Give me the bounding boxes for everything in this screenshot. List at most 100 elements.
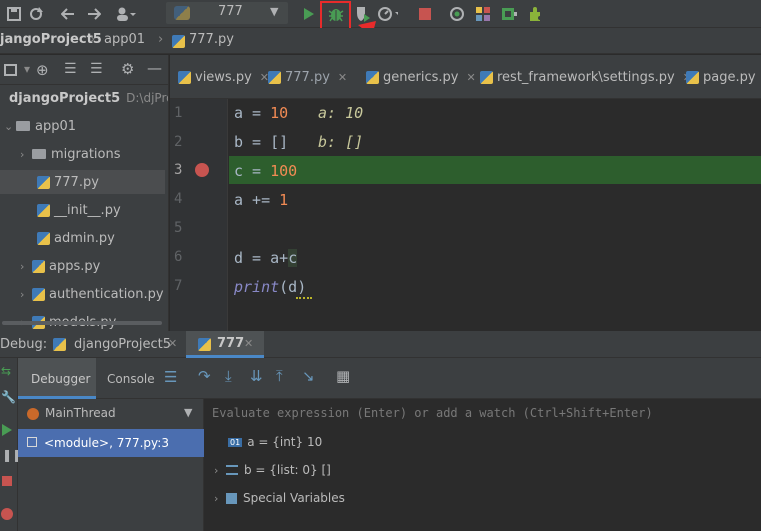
tree-item-authentication[interactable]: › authentication.py — [20, 282, 168, 306]
thread-selector[interactable]: MainThread ▼ — [18, 403, 204, 425]
stack-frame-label: <module>, 777.py:3 — [44, 436, 169, 450]
variable-row[interactable]: › Special Variables — [204, 486, 761, 510]
sync-icon[interactable] — [26, 4, 46, 24]
tab-views[interactable]: views.py ✕ — [178, 65, 269, 89]
code-line-1: a = 10 — [234, 104, 289, 122]
chevron-right-icon[interactable]: › — [214, 464, 226, 477]
dropdown-icon[interactable]: ▾ — [24, 62, 30, 76]
python-file-icon — [37, 175, 50, 189]
collapse-all-icon[interactable]: ☰ — [90, 61, 103, 77]
breadcrumb-project[interactable]: jangoProject5 — [0, 32, 102, 47]
tree-item-label: admin.py — [54, 230, 115, 246]
tab-label: generics.py — [383, 69, 459, 85]
tab-page[interactable]: page.py — [686, 65, 756, 89]
save-icon[interactable] — [4, 4, 24, 24]
breakpoint-icon[interactable] — [195, 163, 209, 177]
line-number: 2 — [174, 134, 183, 150]
tree-item-label: __init__.py — [54, 202, 121, 218]
close-icon[interactable]: ✕ — [244, 337, 253, 350]
code-editor[interactable]: 1 2 3 4 5 6 7 a = 10 a: 10 b = [] b: [] … — [170, 99, 761, 331]
chevron-right-icon: › — [20, 147, 25, 161]
step-out-icon[interactable]: ⤒ — [276, 367, 283, 385]
run-to-cursor-icon[interactable]: ↘ — [302, 367, 315, 385]
tree-item-path: D:\djPro — [126, 91, 169, 105]
frame-icon — [27, 437, 37, 447]
breadcrumb-folder[interactable]: app01 — [104, 32, 145, 47]
tree-item-apps[interactable]: › apps.py — [20, 254, 168, 278]
gear-icon[interactable]: ⚙ — [121, 60, 134, 78]
variable-row[interactable]: 01 a = {int} 10 — [204, 430, 761, 454]
chevron-right-icon: › — [20, 287, 25, 301]
tab-debugger-label: Debugger — [31, 372, 91, 386]
plugins-icon[interactable] — [525, 4, 545, 24]
close-icon[interactable]: ✕ — [338, 71, 347, 84]
stop-icon[interactable] — [2, 476, 12, 486]
run-config-dropdown[interactable]: 777 ▼ — [166, 2, 288, 24]
debug-run-tab[interactable]: 777 ✕ — [186, 331, 264, 358]
project-view-icon[interactable] — [4, 64, 17, 76]
tab-debugger[interactable]: Debugger — [18, 358, 96, 399]
step-into-icon[interactable]: ⤓ — [225, 367, 232, 385]
tab-console[interactable]: Console — [107, 372, 155, 386]
back-icon[interactable] — [58, 4, 78, 24]
tab-777[interactable]: 777.py ✕ — [268, 65, 347, 89]
tab-label: views.py — [195, 69, 252, 85]
close-icon[interactable]: ✕ — [168, 337, 177, 350]
python-file-icon — [178, 70, 191, 84]
variable-label: Special Variables — [243, 491, 345, 505]
tree-item-app01[interactable]: ⌄ app01 — [4, 114, 168, 138]
vcs-icon[interactable] — [447, 4, 467, 24]
project-panel: ▾ ⊕ ☰ ☰ ⚙ — djangoProject5 D:\djPro ⌄ ap… — [0, 55, 169, 331]
line-number: 6 — [174, 249, 183, 265]
python-file-icon — [268, 70, 281, 84]
debug-run-tab-label: 777 — [217, 336, 245, 351]
run-icon[interactable] — [299, 4, 319, 24]
resume-icon[interactable] — [2, 424, 12, 436]
line-number: 7 — [174, 278, 183, 294]
rerun-icon[interactable]: ⇆ — [1, 364, 11, 378]
tree-item-777[interactable]: 777.py — [0, 170, 165, 194]
horizontal-scrollbar[interactable] — [2, 321, 162, 325]
breadcrumb-file[interactable]: 777.py — [189, 32, 234, 47]
python-icon — [174, 6, 190, 20]
tree-item-admin[interactable]: admin.py — [37, 226, 168, 250]
inline-debug-value: b: [] — [318, 133, 364, 151]
tree-item-migrations[interactable]: › migrations — [20, 142, 168, 166]
locate-icon[interactable]: ⊕ — [36, 61, 49, 79]
close-icon[interactable]: ✕ — [466, 71, 475, 84]
expand-all-icon[interactable]: ☰ — [64, 61, 77, 77]
tab-generics[interactable]: generics.py ✕ — [366, 65, 476, 89]
minimize-icon[interactable]: — — [147, 59, 162, 77]
tree-item-label: app01 — [35, 118, 77, 134]
tree-item-label: apps.py — [49, 258, 101, 274]
code-line-4: a += 1 — [234, 191, 289, 209]
database-icon[interactable] — [499, 4, 519, 24]
breadcrumb-separator: › — [90, 32, 96, 47]
tree-item-label: 777.py — [54, 174, 99, 190]
stack-frame[interactable]: <module>, 777.py:3 — [18, 429, 204, 457]
breadcrumb-separator: › — [158, 32, 164, 47]
chevron-right-icon[interactable]: › — [214, 492, 226, 505]
tree-item-root[interactable]: djangoProject5 D:\djPro — [4, 86, 169, 110]
watch-input-placeholder: Evaluate expression (Enter) or add a wat… — [212, 406, 653, 420]
tab-settings[interactable]: rest_framework\settings.py ✕ — [480, 65, 692, 89]
step-over-icon[interactable]: ↷ — [198, 367, 211, 385]
evaluate-expression-icon[interactable]: ▦ — [336, 367, 350, 385]
variable-row[interactable]: › b = {list: 0} [] — [204, 458, 761, 482]
view-breakpoints-icon[interactable] — [1, 508, 13, 520]
structure-icon[interactable] — [473, 4, 493, 24]
wrench-icon[interactable]: 🔧 — [1, 390, 16, 404]
python-file-icon — [32, 287, 45, 301]
step-into-my-code-icon[interactable]: ⇊ — [250, 367, 263, 385]
debug-session-tab[interactable]: djangoProject5 — [74, 337, 171, 352]
tab-label: page.py — [703, 69, 756, 85]
tree-item-label: migrations — [51, 146, 121, 162]
user-icon[interactable] — [116, 4, 136, 24]
python-file-icon — [480, 70, 493, 84]
show-execution-point-icon[interactable]: ☰ — [164, 368, 177, 386]
watch-input[interactable]: Evaluate expression (Enter) or add a wat… — [204, 401, 761, 425]
forward-icon[interactable] — [84, 4, 104, 24]
folder-icon — [32, 149, 46, 159]
debugger-toolbar: Debugger Console ☰ ↷ ⤓ ⇊ ⤒ ↘ ▦ — [18, 358, 761, 399]
tree-item-init[interactable]: __init__.py — [37, 198, 168, 222]
